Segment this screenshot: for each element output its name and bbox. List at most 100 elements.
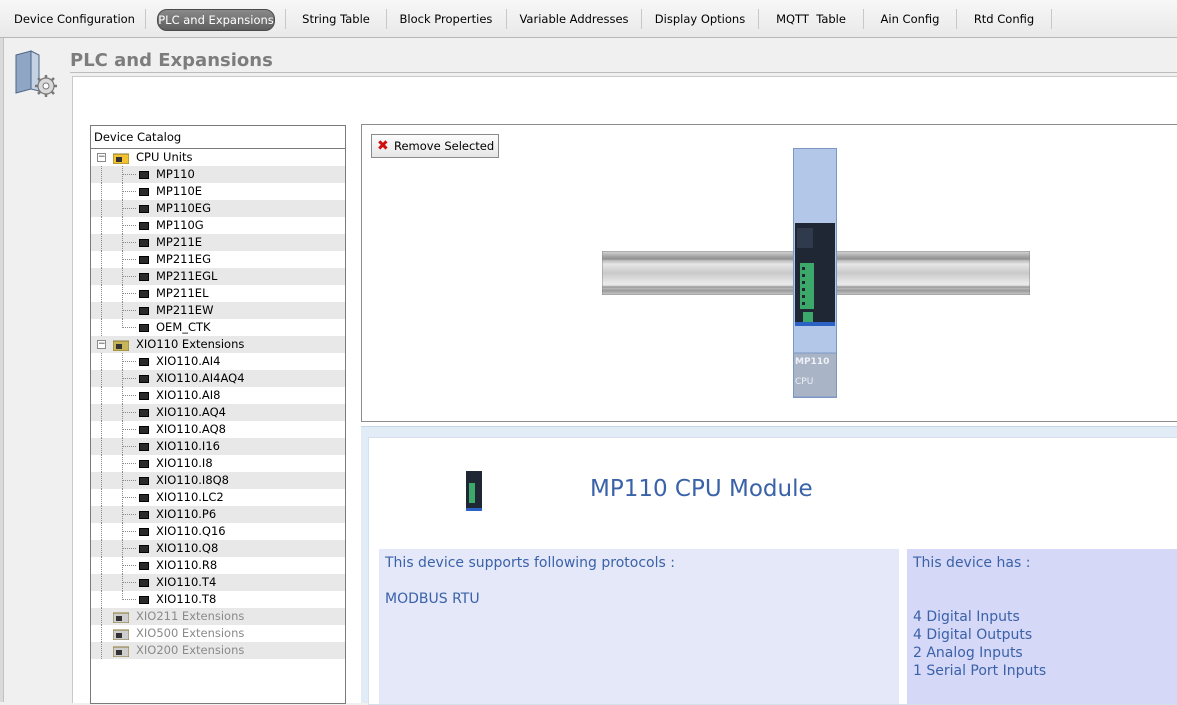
tree-item[interactable]: MP211EG	[91, 251, 345, 268]
tree-connector	[122, 548, 136, 549]
tree-item-label: MP211E	[156, 235, 203, 249]
tree-item[interactable]: XIO110.P6	[91, 506, 345, 523]
tab-display-options[interactable]: Display Options	[653, 9, 747, 29]
module-icon	[139, 205, 149, 213]
tree-connector	[101, 166, 102, 183]
extension-folder-icon	[113, 340, 129, 351]
extension-folder-icon	[113, 612, 129, 623]
tree-item-label: XIO110.AQ8	[156, 422, 226, 436]
tree-connector	[101, 625, 102, 642]
module-icon	[139, 392, 149, 400]
remove-selected-button[interactable]: ✖ Remove Selected	[371, 134, 500, 158]
tree-connector	[101, 251, 102, 268]
tab-device-configuration[interactable]: Device Configuration	[14, 9, 135, 29]
tree-group-label: CPU Units	[136, 150, 193, 164]
tree-item[interactable]: XIO110.AI8	[91, 387, 345, 404]
module-detail-panel: MP110 CPU Module This device supports fo…	[361, 426, 1177, 705]
tree-connector	[122, 412, 136, 413]
tab-variable-addresses[interactable]: Variable Addresses	[518, 9, 630, 29]
tab-separator	[956, 9, 957, 29]
tree-group[interactable]: XIO200 Extensions	[91, 642, 345, 659]
module-icon	[139, 511, 149, 519]
tree-item[interactable]: MP110	[91, 166, 345, 183]
tree-item[interactable]: XIO110.T4	[91, 574, 345, 591]
tree-item[interactable]: XIO110.AI4AQ4	[91, 370, 345, 387]
tree-group[interactable]: XIO500 Extensions	[91, 625, 345, 642]
top-tab-bar: Device Configuration PLC and Expansions …	[0, 0, 1177, 38]
tree-item-label: XIO110.Q8	[156, 541, 219, 555]
collapse-toggle-icon[interactable]: −	[97, 153, 106, 162]
module-icon	[139, 443, 149, 451]
tree-connector	[101, 404, 102, 421]
collapse-toggle-icon[interactable]: −	[97, 340, 106, 349]
tree-item-label: OEM_CTK	[156, 320, 211, 334]
tree-item[interactable]: XIO110.I8	[91, 455, 345, 472]
tree-connector	[101, 523, 102, 540]
feature-item: 1 Serial Port Inputs	[913, 663, 1047, 679]
tab-separator	[641, 9, 642, 29]
protocols-box: This device supports following protocols…	[379, 549, 899, 704]
tree-item[interactable]: XIO110.Q8	[91, 540, 345, 557]
tab-separator	[506, 9, 507, 29]
tree-item-label: XIO110.I8Q8	[156, 473, 230, 487]
module-icon	[139, 562, 149, 570]
tree-item[interactable]: OEM_CTK	[91, 319, 345, 336]
tree-item[interactable]: XIO110.Q16	[91, 523, 345, 540]
tree-connector	[122, 463, 136, 464]
tree-connector	[122, 565, 136, 566]
tab-separator	[386, 9, 387, 29]
module-icon	[139, 596, 149, 604]
tree-item[interactable]: XIO110.R8	[91, 557, 345, 574]
tree-item-label: XIO110.I16	[156, 439, 220, 453]
tree-connector	[101, 642, 102, 659]
protocols-heading: This device supports following protocols…	[385, 555, 675, 571]
tree-item[interactable]: XIO110.I16	[91, 438, 345, 455]
tab-string-table[interactable]: String Table	[298, 9, 374, 29]
tree-item-label: MP211EL	[156, 286, 209, 300]
tab-ain-config[interactable]: Ain Config	[875, 9, 945, 29]
tree-item-label: XIO110.LC2	[156, 490, 224, 504]
tree-item[interactable]: XIO110.I8Q8	[91, 472, 345, 489]
tree-item[interactable]: XIO110.AQ8	[91, 421, 345, 438]
tree-group[interactable]: − XIO110 Extensions	[91, 336, 345, 353]
tab-plc-and-expansions[interactable]: PLC and Expansions	[157, 9, 275, 31]
tree-connector	[101, 557, 102, 574]
device-settings-icon	[13, 49, 59, 97]
tree-item[interactable]: MP211EL	[91, 285, 345, 302]
tree-item[interactable]: MP110G	[91, 217, 345, 234]
module-icon	[139, 324, 149, 332]
cpu-folder-icon	[113, 153, 129, 164]
module-icon	[139, 375, 149, 383]
tree-group[interactable]: − CPU Units	[91, 149, 345, 166]
catalog-header: Device Catalog	[91, 126, 345, 149]
tree-item-label: XIO110.R8	[156, 558, 218, 572]
tree-item[interactable]: XIO110.T8	[91, 591, 345, 608]
tree-connector	[122, 259, 136, 260]
tree-item[interactable]: MP211EW	[91, 302, 345, 319]
module-icon	[139, 256, 149, 264]
tree-connector	[122, 293, 136, 294]
tree-item[interactable]: XIO110.AI4	[91, 353, 345, 370]
tree-item[interactable]: XIO110.AQ4	[91, 404, 345, 421]
tree-item[interactable]: MP110EG	[91, 200, 345, 217]
tree-connector	[122, 531, 136, 532]
tree-group-label: XIO211 Extensions	[136, 609, 245, 623]
tree-item-label: MP211EW	[156, 303, 214, 317]
device-features-box: This device has : 4 Digital Inputs 4 Dig…	[907, 549, 1177, 704]
tab-block-properties[interactable]: Block Properties	[398, 9, 494, 29]
tree-item[interactable]: XIO110.LC2	[91, 489, 345, 506]
tab-rtd-config[interactable]: Rtd Config	[968, 9, 1040, 29]
tree-connector	[101, 285, 102, 302]
tree-group[interactable]: XIO211 Extensions	[91, 608, 345, 625]
tree-item[interactable]: MP211EGL	[91, 268, 345, 285]
module-title: MP110 CPU Module	[590, 476, 813, 502]
tree-connector	[122, 599, 136, 600]
tree-item[interactable]: MP110E	[91, 183, 345, 200]
tree-item[interactable]: MP211E	[91, 234, 345, 251]
tab-separator	[758, 9, 759, 29]
tree-connector	[101, 353, 102, 370]
tree-item-label: MP211EG	[156, 252, 211, 266]
tree-connector	[122, 514, 136, 515]
tab-mqtt-table[interactable]: MQTT Table	[770, 9, 852, 29]
tab-separator	[863, 9, 864, 29]
